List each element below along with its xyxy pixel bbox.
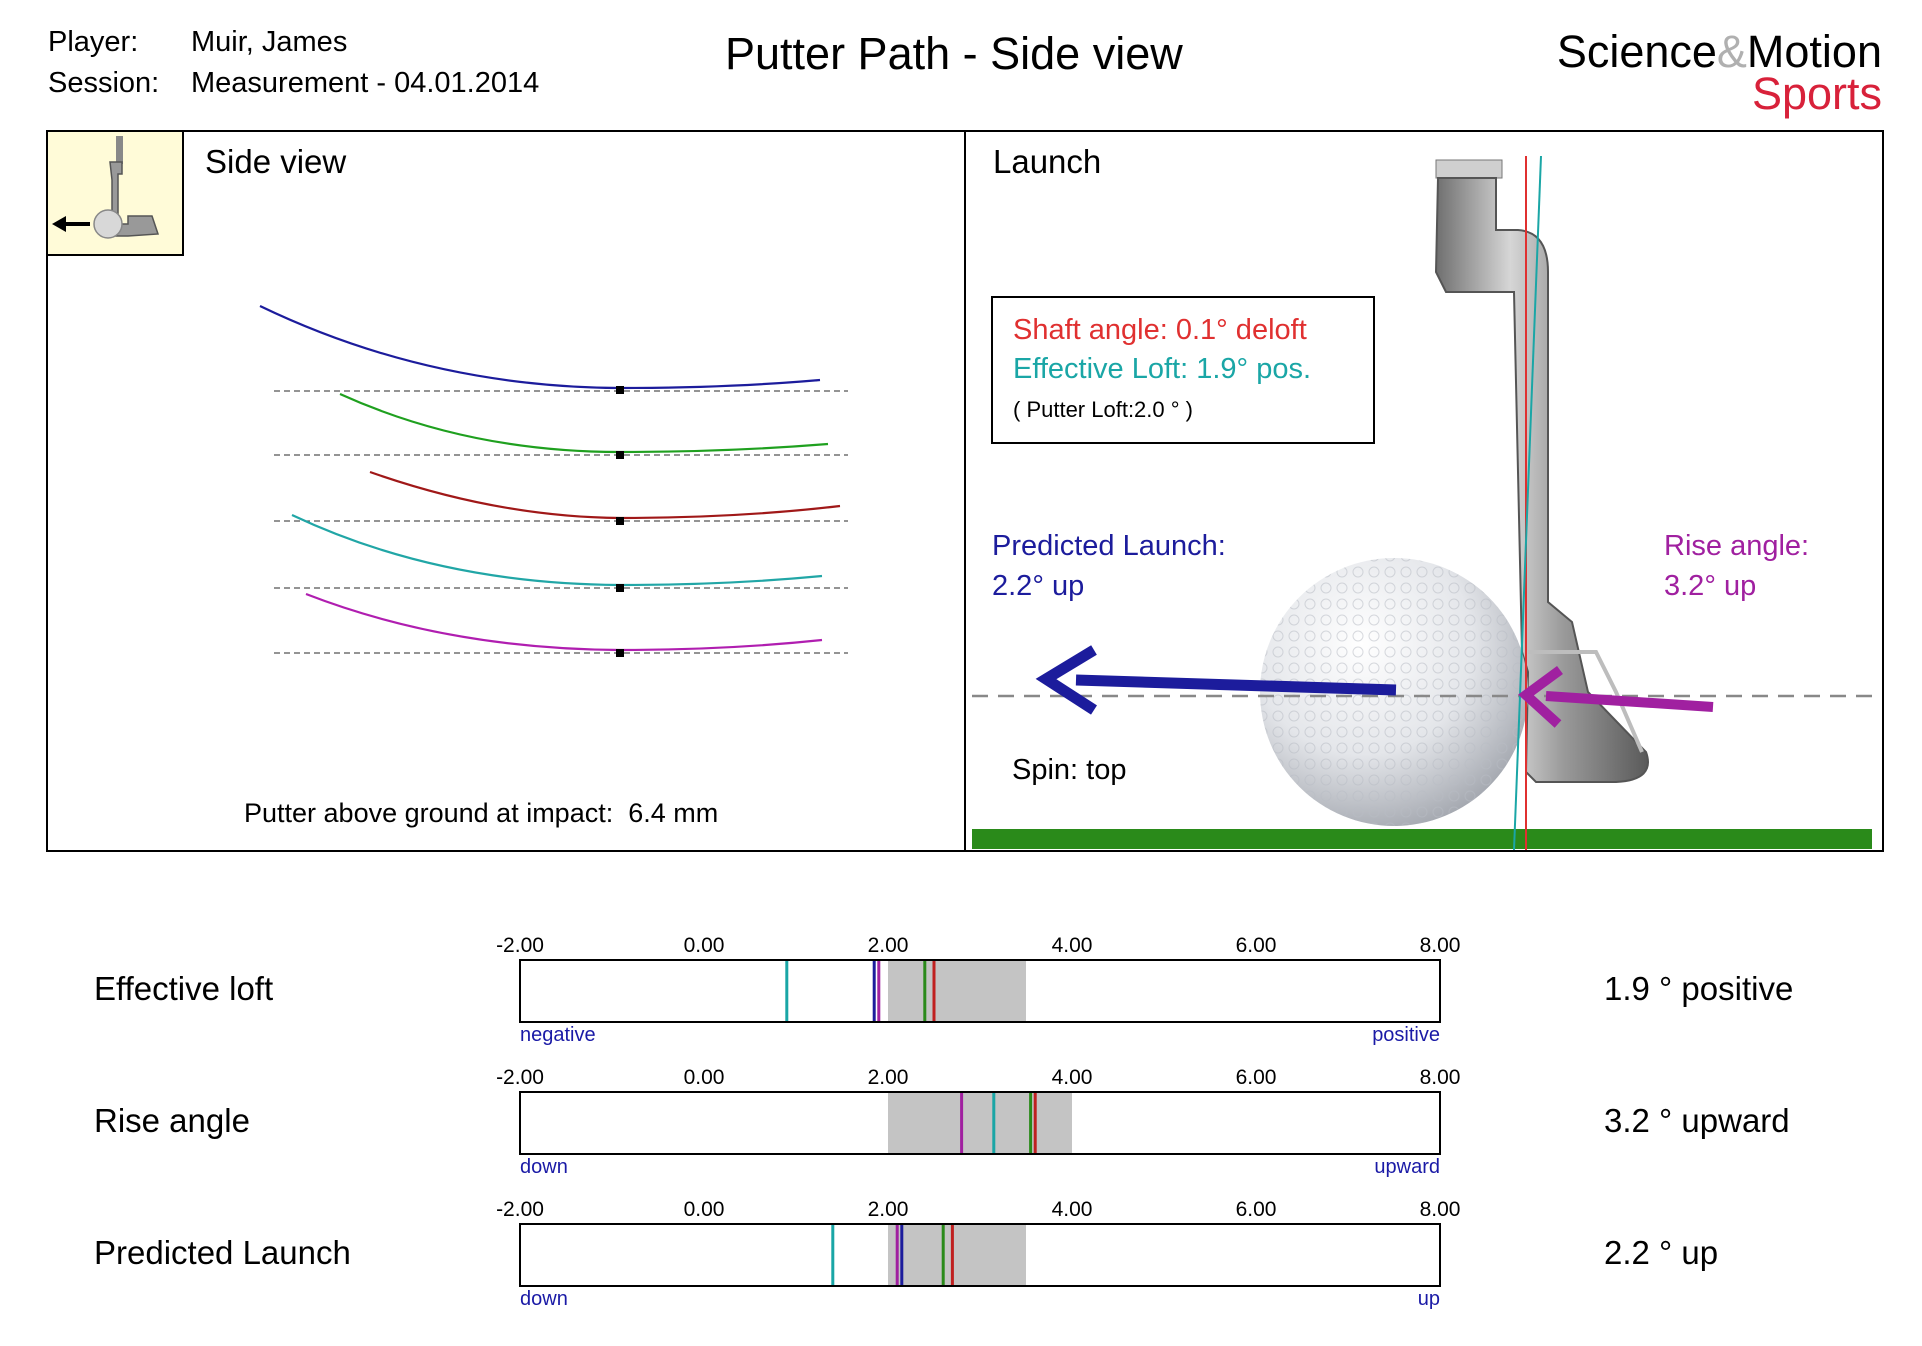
side-view-panel: Side view Putter above ground at impact:… — [46, 130, 966, 852]
bar-right-label: positive — [1372, 1024, 1440, 1046]
brand-science: Science — [1556, 26, 1717, 77]
tick-label: 8.00 — [1419, 1198, 1461, 1221]
metric-value: 2.2 ° up — [1604, 1234, 1719, 1271]
tick-label: 4.00 — [1051, 1066, 1093, 1089]
session-value: Measurement - 04.01.2014 — [191, 67, 540, 99]
target-range — [888, 1093, 1072, 1153]
rise-angle-value: 3.2° up — [1664, 570, 1757, 602]
metric-bar — [519, 959, 1441, 1023]
launch-illustration — [972, 155, 1872, 850]
putter-height-readout: Putter above ground at impact: 6.4 mm — [244, 798, 718, 829]
target-range — [888, 961, 1026, 1021]
tick-label: 0.00 — [683, 1198, 725, 1221]
metric-bar — [519, 1223, 1441, 1287]
brand-sports: Sports — [1751, 68, 1882, 119]
tick-label: -2.00 — [496, 1198, 544, 1221]
tick-label: 4.00 — [1051, 934, 1093, 957]
tick-label: 0.00 — [683, 1066, 725, 1089]
predicted-launch-label: Predicted Launch: — [992, 530, 1226, 562]
stroke-path-4 — [291, 514, 823, 587]
metric-title: Effective loft — [94, 970, 274, 1007]
session-label: Session: — [48, 67, 160, 99]
effective-loft-text: Effective Loft: 1.9° pos. — [1013, 353, 1312, 385]
stroke-path-3 — [369, 470, 841, 520]
tick-label: 6.00 — [1235, 1066, 1277, 1089]
bar-right-label: upward — [1374, 1156, 1440, 1178]
target-range — [888, 1225, 1026, 1285]
tick-label: 8.00 — [1419, 1066, 1461, 1089]
tick-label: 2.00 — [867, 1066, 909, 1089]
putter-height-value: 6.4 mm — [628, 798, 719, 828]
metric-value: 1.9 ° positive — [1604, 970, 1794, 1007]
tick-label: 6.00 — [1235, 1198, 1277, 1221]
ground-bar — [972, 829, 1872, 849]
brand-amp: & — [1716, 26, 1747, 77]
tick-label: 2.00 — [867, 1198, 909, 1221]
bar-left-label: down — [520, 1288, 568, 1310]
stroke-path-5 — [305, 592, 823, 652]
tick-label: 0.00 — [683, 934, 725, 957]
rise-angle-label: Rise angle: — [1664, 530, 1810, 562]
player-label: Player: — [48, 26, 139, 58]
metric-value: 3.2 ° upward — [1604, 1102, 1790, 1139]
launch-legend: Shaft angle: 0.1° deloft Effective Loft:… — [991, 296, 1375, 444]
shaft-angle-text: Shaft angle: 0.1° deloft — [1013, 314, 1307, 346]
metric-title: Rise angle — [94, 1102, 250, 1139]
player-value: Muir, James — [191, 26, 348, 58]
bar-right-label: up — [1417, 1288, 1440, 1310]
tick-label: -2.00 — [496, 934, 544, 957]
stroke-path-2 — [339, 392, 829, 454]
impact-markers — [616, 386, 624, 657]
metric-bar — [519, 1091, 1441, 1155]
page-title: Putter Path - Side view — [725, 28, 1183, 79]
stroke-path-1 — [259, 305, 821, 390]
tick-label: -2.00 — [496, 1066, 544, 1089]
putter-loft-text: ( Putter Loft:2.0 ° ) — [1013, 397, 1193, 422]
predicted-launch-value: 2.2° up — [992, 570, 1085, 602]
tick-label: 4.00 — [1051, 1198, 1093, 1221]
stroke-paths-plot — [259, 305, 848, 657]
bar-left-label: down — [520, 1156, 568, 1178]
bar-left-label: negative — [520, 1024, 596, 1046]
metric-title: Predicted Launch — [94, 1234, 351, 1271]
launch-panel: Launch Shaft angle: 0.1° deloft Effectiv… — [964, 130, 1884, 852]
tick-label: 2.00 — [867, 934, 909, 957]
tick-label: 8.00 — [1419, 934, 1461, 957]
spin-text: Spin: top — [1012, 754, 1127, 786]
tick-label: 6.00 — [1235, 934, 1277, 957]
putter-height-label: Putter above ground at impact: — [244, 798, 614, 828]
